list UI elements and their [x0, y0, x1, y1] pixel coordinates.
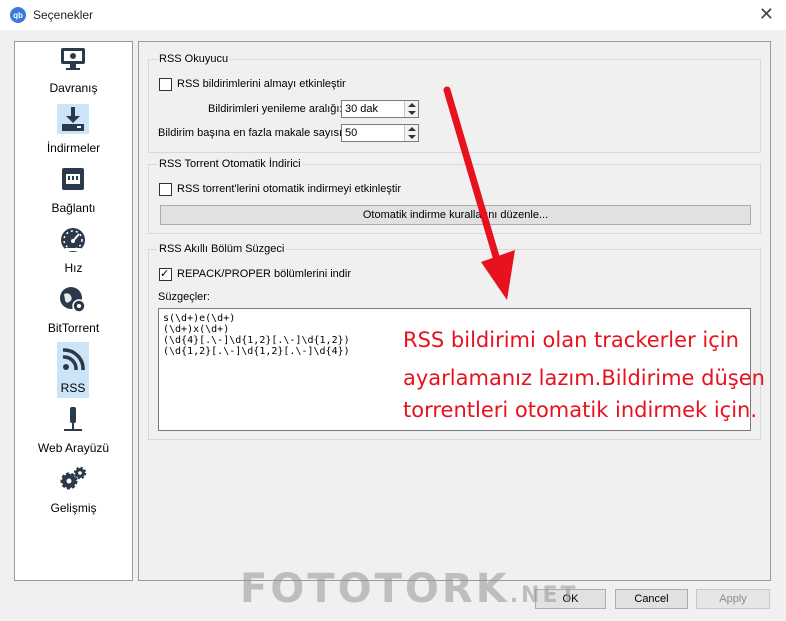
watermark-suffix: .NET — [509, 583, 579, 608]
fototork-watermark: FOTOTORK.NET — [240, 566, 579, 612]
annotation-line-3: torrentleri otomatik indirmek için. — [403, 398, 758, 422]
watermark-text: FOTOTORK — [240, 566, 510, 612]
annotation-line-2: ayarlamanız lazım.Bildirime düşen — [403, 366, 765, 390]
annotation-line-1: RSS bildirimi olan trackerler için — [403, 328, 739, 352]
red-arrow-annotation — [443, 86, 515, 300]
